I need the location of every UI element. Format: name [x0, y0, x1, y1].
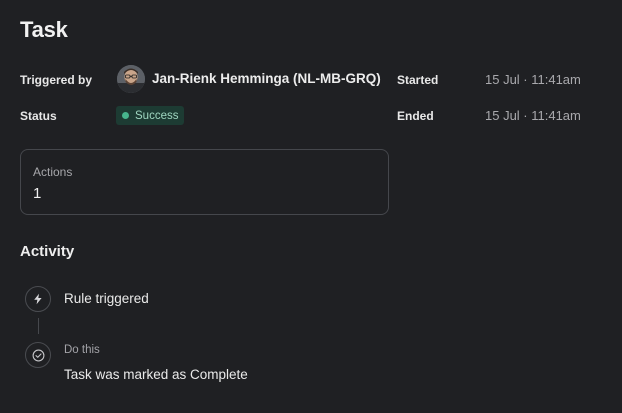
actions-card: Actions 1 [20, 149, 389, 215]
ended-label: Ended [397, 109, 434, 123]
activity-section-title: Activity [20, 243, 75, 260]
actions-card-label: Actions [33, 165, 73, 179]
status-badge-label: Success [135, 109, 179, 122]
check-circle-icon [25, 342, 51, 368]
activity-item-rule-triggered: Rule triggered [64, 291, 149, 306]
actions-card-value: 1 [33, 185, 42, 202]
timeline-connector [38, 318, 39, 334]
lightning-bolt-icon [25, 286, 51, 312]
started-label: Started [397, 73, 439, 87]
ended-value: 15 Jul · 11:41am [485, 108, 581, 123]
avatar[interactable] [117, 65, 145, 93]
status-label: Status [20, 109, 57, 123]
started-value: 15 Jul · 11:41am [485, 72, 581, 87]
activity-item-subtitle: Do this [64, 344, 100, 356]
user-avatar-image [117, 65, 145, 93]
page-title: Task [20, 17, 68, 42]
activity-item-marked-complete: Task was marked as Complete [64, 367, 248, 382]
triggered-by-user[interactable]: Jan-Rienk Hemminga (NL-MB-GRQ) [152, 71, 381, 86]
status-badge: Success [116, 106, 185, 125]
triggered-by-label: Triggered by [20, 73, 93, 87]
status-dot-icon [122, 112, 129, 119]
